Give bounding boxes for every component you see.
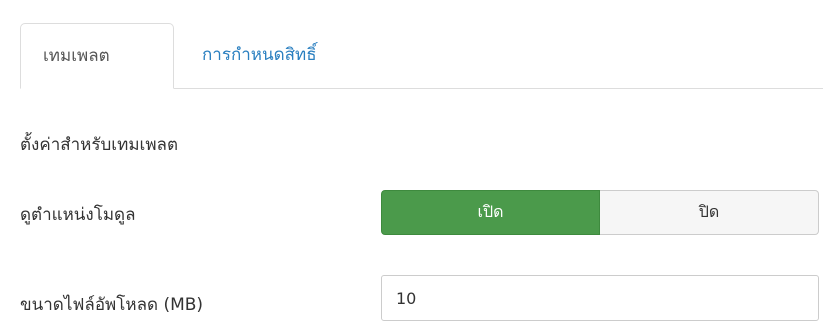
upload-size-input[interactable] [381, 275, 819, 321]
module-positions-label: ดูตำแหน่งโมดูล [20, 205, 136, 225]
toggle-on-button[interactable]: เปิด [381, 190, 600, 235]
tab-permissions[interactable]: การกำหนดสิทธิ์ [180, 23, 339, 88]
tab-bar: เทมเพลต การกำหนดสิทธิ์ [20, 23, 823, 89]
tab-template[interactable]: เทมเพลต [20, 23, 174, 89]
module-positions-toggle: เปิด ปิด [381, 190, 819, 235]
template-settings-page: เทมเพลต การกำหนดสิทธิ์ ตั้งค่าสำหรับเทมเ… [0, 0, 823, 323]
upload-size-label: ขนาดไฟล์อัพโหลด (MB) [20, 295, 204, 315]
section-title: ตั้งค่าสำหรับเทมเพลต [20, 135, 179, 155]
toggle-off-button[interactable]: ปิด [600, 190, 819, 235]
